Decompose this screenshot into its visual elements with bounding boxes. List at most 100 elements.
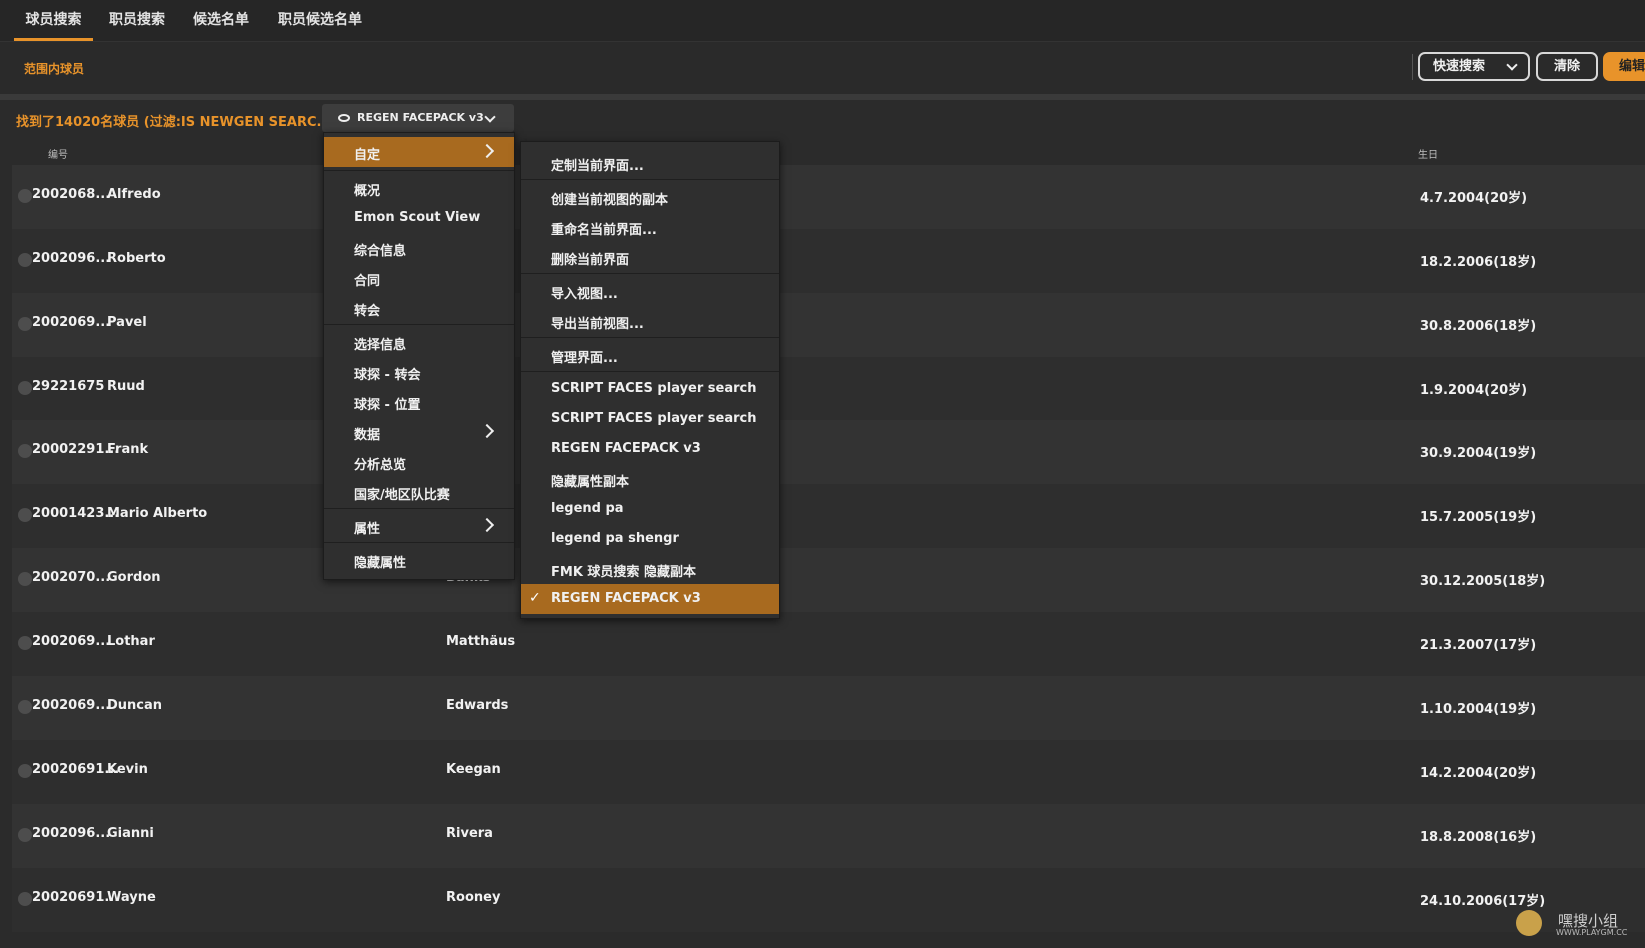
player-birth-date: 1.9.2004(20岁) — [1420, 383, 1528, 398]
submenu-item[interactable]: 创建当前视图的副本 — [521, 182, 779, 212]
tab-staff-search[interactable]: 职员搜索 — [109, 0, 165, 41]
tab-player-search[interactable]: 球员搜索 — [14, 0, 93, 41]
submenu-item[interactable]: 隐藏属性副本 — [521, 464, 779, 494]
player-first-name[interactable]: Duncan — [107, 698, 162, 713]
view-menu-item[interactable]: 属性 — [324, 511, 514, 541]
scope-label[interactable]: 范围内球员 — [24, 60, 84, 77]
table-row[interactable]: 2002069... Pavel 30.8.2006(18岁) — [12, 293, 1645, 357]
player-first-name[interactable]: Roberto — [107, 251, 166, 266]
submenu-item[interactable]: 重命名当前界面... — [521, 212, 779, 242]
tab-staff-shortlist[interactable]: 职员候选名单 — [278, 0, 362, 41]
submenu-item[interactable]: SCRIPT FACES player search — [521, 374, 779, 404]
table-row[interactable]: 20020691... Kevin Keegan 14.2.2004(20岁) — [12, 740, 1645, 804]
table-row[interactable]: 20001423... Mario Alberto 15.7.2005(19岁) — [12, 484, 1645, 548]
submenu-item[interactable]: 导入视图... — [521, 276, 779, 306]
row-select-icon[interactable] — [18, 253, 32, 267]
view-menu-item[interactable]: 分析总览 — [324, 447, 514, 477]
player-last-name[interactable]: Rooney — [446, 890, 500, 905]
player-first-name[interactable]: Alfredo — [107, 187, 161, 202]
table-row[interactable]: 2002096... Gianni Rivera 18.8.2008(16岁) — [12, 804, 1645, 868]
menu-item-label: 合同 — [354, 274, 381, 289]
column-header-id[interactable]: 编号 — [48, 146, 68, 161]
menu-item-label: 球探 - 转会 — [354, 368, 421, 383]
player-birth-date: 21.3.2007(17岁) — [1420, 638, 1537, 653]
row-select-icon[interactable] — [18, 572, 32, 586]
player-birth-date: 1.10.2004(19岁) — [1420, 702, 1537, 717]
table-row[interactable]: 20020691... Wayne Rooney 24.10.2006(17岁) — [12, 868, 1645, 932]
table-row[interactable]: 2002069... Duncan Edwards 1.10.2004(19岁) — [12, 676, 1645, 740]
view-menu-item[interactable]: 合同 — [324, 263, 514, 293]
player-first-name[interactable]: Gordon — [107, 570, 161, 585]
row-select-icon[interactable] — [18, 189, 32, 203]
view-menu-item[interactable]: 概况 — [324, 173, 514, 203]
submenu-item[interactable]: 删除当前界面 — [521, 242, 779, 272]
quick-search-button[interactable]: 快速搜索 — [1418, 52, 1530, 81]
submenu-item[interactable]: SCRIPT FACES player search — [521, 404, 779, 434]
submenu-item[interactable]: 导出当前视图... — [521, 306, 779, 336]
player-last-name[interactable]: Rivera — [446, 826, 493, 841]
view-menu-item[interactable]: 球探 - 转会 — [324, 357, 514, 387]
player-id: 2002068... — [32, 187, 111, 202]
view-menu-item[interactable]: 国家/地区队比赛 — [324, 477, 514, 507]
submenu-item[interactable]: FMK 球员搜索 隐藏副本 — [521, 554, 779, 584]
row-select-icon[interactable] — [18, 317, 32, 331]
player-first-name[interactable]: Mario Alberto — [107, 506, 207, 521]
submenu-item[interactable]: ✓ REGEN FACEPACK v3 — [521, 584, 779, 614]
edit-button[interactable]: 编辑 — [1603, 52, 1645, 81]
player-last-name[interactable]: Keegan — [446, 762, 501, 777]
view-menu-item[interactable]: Emon Scout View — [324, 203, 514, 233]
submenu-item[interactable]: legend pa — [521, 494, 779, 524]
menu-item-label: 创建当前视图的副本 — [551, 193, 669, 208]
table-row[interactable]: 20002291... Frank 30.9.2004(19岁) — [12, 420, 1645, 484]
view-menu-item[interactable]: 转会 — [324, 293, 514, 323]
submenu-item[interactable]: 定制当前界面... — [521, 148, 779, 178]
view-menu-item[interactable]: 数据 — [324, 417, 514, 447]
submenu-item[interactable]: legend pa shengr — [521, 524, 779, 554]
chevron-right-icon — [479, 517, 495, 533]
player-id: 2002096... — [32, 826, 111, 841]
menu-separator — [521, 337, 779, 338]
view-menu-item[interactable]: 综合信息 — [324, 233, 514, 263]
player-first-name[interactable]: Lothar — [107, 634, 155, 649]
row-select-icon[interactable] — [18, 700, 32, 714]
submenu-item[interactable]: REGEN FACEPACK v3 — [521, 434, 779, 464]
row-select-icon[interactable] — [18, 764, 32, 778]
menu-item-label: 删除当前界面 — [551, 253, 630, 268]
view-menu-item[interactable]: 隐藏属性 — [324, 545, 514, 575]
menu-separator — [324, 170, 514, 171]
row-select-icon[interactable] — [18, 444, 32, 458]
results-count: 找到了14020名球员 (过滤:IS NEWGEN SEARC...) — [16, 115, 338, 130]
table-row[interactable]: 29221675 Ruud 1.9.2004(20岁) — [12, 357, 1645, 421]
table-row[interactable]: 2002070...GordonBanks30.12.2005(18岁) — [12, 548, 1645, 612]
menu-item-label: 国家/地区队比赛 — [354, 488, 450, 503]
view-menu-item[interactable]: 自定 — [324, 137, 514, 167]
menu-separator — [521, 273, 779, 274]
table-row[interactable]: 2002069... Lothar Matthäus 21.3.2007(17岁) — [12, 612, 1645, 676]
checkmark-icon: ✓ — [529, 590, 541, 606]
row-select-icon[interactable] — [18, 828, 32, 842]
view-selector-button[interactable]: REGEN FACEPACK v3 — [322, 104, 514, 132]
row-select-icon[interactable] — [18, 508, 32, 522]
column-header-birth[interactable]: 生日 — [1418, 146, 1438, 161]
player-first-name[interactable]: Pavel — [107, 315, 147, 330]
player-first-name[interactable]: Gianni — [107, 826, 154, 841]
row-select-icon[interactable] — [18, 636, 32, 650]
tab-shortlist[interactable]: 候选名单 — [193, 0, 249, 41]
table-row[interactable]: 2002096... Roberto 18.2.2006(18岁) — [12, 229, 1645, 293]
view-menu-item[interactable]: 球探 - 位置 — [324, 387, 514, 417]
player-first-name[interactable]: Wayne — [107, 890, 156, 905]
table-row[interactable]: 2002068... Alfredo 4.7.2004(20岁) — [12, 165, 1645, 229]
clear-button[interactable]: 清除 — [1536, 52, 1598, 81]
player-last-name[interactable]: Edwards — [446, 698, 508, 713]
watermark-url: WWW.PLAYGM.CC — [1556, 928, 1628, 937]
row-select-icon[interactable] — [18, 381, 32, 395]
player-first-name[interactable]: Kevin — [107, 762, 148, 777]
eye-icon — [338, 114, 350, 122]
view-menu-item[interactable]: 选择信息 — [324, 327, 514, 357]
player-last-name[interactable]: Matthäus — [446, 634, 515, 649]
player-first-name[interactable]: Frank — [107, 442, 148, 457]
row-select-icon[interactable] — [18, 892, 32, 906]
submenu-item[interactable]: 管理界面... — [521, 340, 779, 370]
divider-strip — [0, 94, 1645, 100]
player-first-name[interactable]: Ruud — [107, 379, 145, 394]
